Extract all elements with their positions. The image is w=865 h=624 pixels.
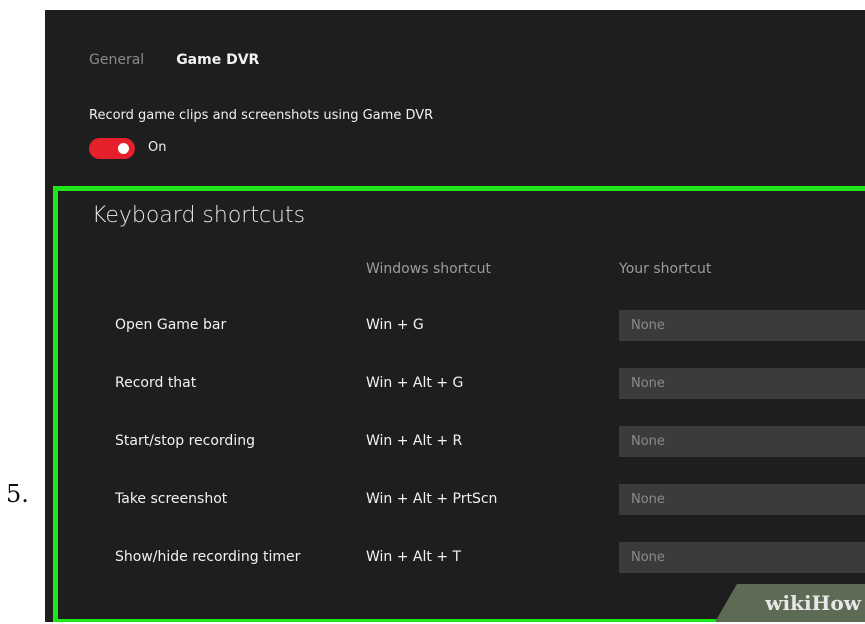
shortcut-action-label: Take screenshot: [115, 491, 228, 507]
record-toggle-switch[interactable]: [89, 138, 135, 159]
column-header-your-shortcut: Your shortcut: [619, 261, 712, 277]
your-shortcut-input[interactable]: None: [619, 542, 865, 573]
shortcut-action-label: Start/stop recording: [115, 433, 255, 449]
tab-game-dvr[interactable]: Game DVR: [176, 52, 259, 68]
shortcut-action-label: Record that: [115, 375, 197, 391]
windows-shortcut-value: Win + Alt + R: [366, 433, 463, 449]
wikihow-watermark: wikiHow: [715, 584, 865, 622]
section-title: Keyboard shortcuts: [92, 203, 306, 228]
step-number: 5.: [6, 480, 29, 508]
column-header-windows-shortcut: Windows shortcut: [366, 261, 491, 277]
game-dvr-settings-window: General Game DVR Record game clips and s…: [45, 10, 865, 622]
your-shortcut-input[interactable]: None: [619, 368, 865, 399]
toggle-knob: [118, 143, 129, 154]
your-shortcut-input[interactable]: None: [619, 484, 865, 515]
shortcut-action-label: Show/hide recording timer: [115, 549, 301, 565]
toggle-state-label: On: [148, 140, 167, 155]
windows-shortcut-value: Win + G: [366, 317, 424, 333]
shortcut-action-label: Open Game bar: [115, 317, 227, 333]
settings-tabs: General Game DVR: [89, 52, 259, 68]
windows-shortcut-value: Win + Alt + PrtScn: [366, 491, 498, 507]
your-shortcut-input[interactable]: None: [619, 426, 865, 457]
record-setting-label: Record game clips and screenshots using …: [89, 108, 434, 123]
tab-general[interactable]: General: [89, 52, 144, 68]
windows-shortcut-value: Win + Alt + G: [366, 375, 464, 391]
your-shortcut-input[interactable]: None: [619, 310, 865, 341]
windows-shortcut-value: Win + Alt + T: [366, 549, 462, 565]
